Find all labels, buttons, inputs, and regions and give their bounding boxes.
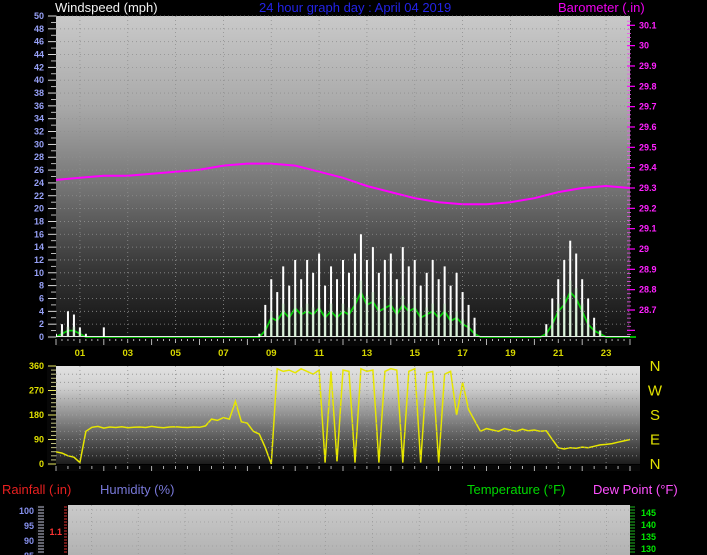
barometer-tick-label: 29.4 [639, 163, 657, 173]
direction-tick-label: 180 [29, 410, 44, 420]
bottom-plot-background [68, 505, 630, 555]
hour-label: 05 [170, 348, 181, 359]
graph-date-title: 24 hour graph day : April 04 2019 [259, 0, 452, 15]
windspeed-tick-label: 48 [34, 24, 44, 34]
charts-canvas: 0246810121416182022242628303234363840424… [19, 11, 663, 555]
temperature-axis: 145 140 135 130 [630, 506, 656, 554]
compass-letter: W [648, 383, 663, 400]
compass-labels: NWSEN [648, 358, 663, 473]
barometer-tick-label: 29.5 [639, 142, 657, 152]
direction-bottom-axis [55, 465, 640, 471]
windspeed-tick-label: 18 [34, 216, 44, 226]
temperature-tick-label: 145 [641, 508, 656, 518]
direction-tick-label: 90 [34, 435, 44, 445]
humidity-tick-label: 85 [24, 551, 34, 555]
windspeed-tick-label: 34 [34, 114, 44, 124]
rainfall-axis-title: Rainfall (.in) [2, 482, 72, 497]
windspeed-tick-label: 20 [34, 204, 44, 214]
windspeed-tick-label: 40 [34, 75, 44, 85]
windspeed-tick-label: 46 [34, 37, 44, 47]
windspeed-tick-label: 36 [34, 101, 44, 111]
windspeed-tick-label: 14 [34, 242, 44, 252]
windspeed-tick-label: 16 [34, 229, 44, 239]
barometer-tick-label: 29 [639, 244, 649, 254]
hour-label: 03 [122, 348, 133, 359]
compass-letter: S [650, 407, 660, 424]
main-right-axis: 30.1 30 29.9 29.8 29.7 29.6 29.5 29.4 29.3 29.2 29… [627, 20, 657, 335]
barometer-tick-label: 29.1 [639, 224, 657, 234]
hour-label: 11 [314, 348, 325, 359]
windspeed-tick-label: 26 [34, 165, 44, 175]
direction-tick-label: 270 [29, 386, 44, 396]
humidity-axis-title: Humidity (%) [100, 482, 175, 497]
hour-label: 01 [75, 348, 86, 359]
temperature-tick-label: 140 [641, 520, 656, 530]
direction-left-axis: 360 270 180 90 0 [29, 361, 56, 469]
windspeed-tick-label: 50 [34, 11, 44, 21]
windspeed-tick-label: 6 [39, 293, 44, 303]
hour-label: 15 [409, 348, 420, 359]
windspeed-tick-label: 38 [34, 88, 44, 98]
hour-label: 07 [218, 348, 229, 359]
bottom-chart [68, 505, 630, 555]
windspeed-tick-label: 22 [34, 191, 44, 201]
windspeed-tick-label: 8 [39, 281, 44, 291]
main-bottom-axis: 01 03 05 07 09 11 13 15 17 19 21 23 [55, 338, 631, 359]
barometer-tick-label: 29.8 [639, 81, 657, 91]
windspeed-tick-label: 32 [34, 127, 44, 137]
windspeed-axis-title: Windspeed (mph) [55, 0, 158, 15]
windspeed-tick-label: 42 [34, 62, 44, 72]
barometer-tick-label: 29.6 [639, 122, 657, 132]
compass-letter: N [650, 358, 661, 375]
barometer-tick-label: 29.2 [639, 203, 657, 213]
windspeed-tick-label: 30 [34, 139, 44, 149]
direction-tick-label: 0 [39, 459, 44, 469]
hour-label: 17 [457, 348, 468, 359]
hour-label: 19 [505, 348, 516, 359]
temperature-axis-title: Temperature (°F) [467, 482, 566, 497]
rainfall-tick-label: 1.1 [49, 527, 62, 537]
hour-label: 21 [553, 348, 564, 359]
rainfall-axis: 1.1 [49, 506, 67, 553]
barometer-tick-label: 28.8 [639, 285, 657, 295]
barometer-tick-label: 30.1 [639, 20, 657, 30]
windspeed-tick-label: 28 [34, 152, 44, 162]
windspeed-tick-label: 2 [39, 319, 44, 329]
windspeed-tick-label: 44 [34, 50, 44, 60]
compass-letter: N [650, 456, 661, 473]
windspeed-tick-label: 10 [34, 268, 44, 278]
hour-label: 09 [266, 348, 277, 359]
main-left-axis: 0246810121416182022242628303234363840424… [34, 11, 56, 342]
barometer-tick-label: 28.9 [639, 264, 657, 274]
main-chart [55, 16, 636, 338]
barometer-axis-title: Barometer (.in) [558, 0, 645, 15]
humidity-tick-label: 90 [24, 536, 34, 546]
dewpoint-axis-title: Dew Point (°F) [593, 482, 678, 497]
hour-label: 13 [362, 348, 373, 359]
direction-tick-label: 360 [29, 361, 44, 371]
barometer-tick-label: 29.7 [639, 102, 657, 112]
windspeed-tick-label: 24 [34, 178, 44, 188]
barometer-tick-label: 29.9 [639, 61, 657, 71]
humidity-axis: 100 95 90 85 [19, 505, 44, 555]
humidity-tick-label: 100 [19, 506, 34, 516]
barometer-tick-label: 30 [639, 41, 649, 51]
humidity-tick-label: 95 [24, 521, 34, 531]
windspeed-tick-label: 4 [39, 306, 44, 316]
temperature-tick-label: 135 [641, 532, 656, 542]
temperature-tick-label: 130 [641, 544, 656, 554]
barometer-tick-label: 29.3 [639, 183, 657, 193]
windspeed-tick-label: 0 [39, 332, 44, 342]
windspeed-tick-label: 12 [34, 255, 44, 265]
compass-letter: E [650, 432, 660, 449]
weather-graph-page: 0 2 4 6 8 10 12 14 16 18 20 22 24 26 28 30 32 34 36 38 40 42 4… [0, 0, 707, 555]
barometer-tick-label: 28.7 [639, 305, 657, 315]
hour-label: 23 [601, 348, 612, 359]
